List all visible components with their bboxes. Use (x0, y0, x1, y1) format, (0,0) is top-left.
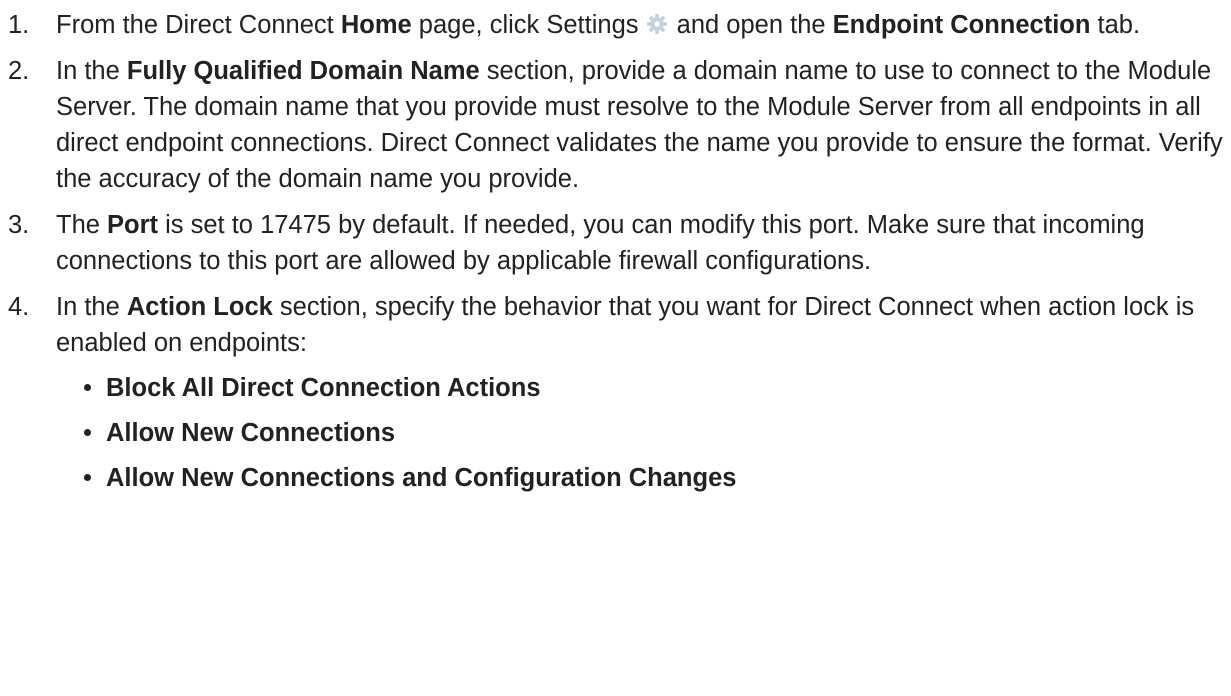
action-lock-options: Block All Direct Connection Actions Allo… (56, 370, 1231, 496)
step-text: In the Fully Qualified Domain Name secti… (56, 57, 1223, 193)
bullet (84, 474, 91, 481)
text-run: and open the (669, 11, 833, 39)
fqdn-label: Fully Qualified Domain Name (126, 57, 480, 85)
step-number: 2. (8, 57, 30, 85)
option-block-all: Block All Direct Connection Actions (82, 370, 1231, 406)
step-1: 1. From the Direct Connect Home page, cl… (0, 7, 1231, 43)
bullet (84, 429, 91, 436)
port-label: Port (107, 211, 159, 239)
text-run: In the (56, 57, 127, 85)
step-number: 4. (8, 293, 30, 321)
option-label: Block All Direct Connection Actions (106, 374, 541, 402)
option-allow-new-connections-and-config: Allow New Connections and Configuration … (82, 460, 1231, 496)
option-allow-new-connections: Allow New Connections (82, 415, 1231, 451)
text-run: The (56, 211, 108, 239)
step-text: In the Action Lock section, specify the … (56, 293, 1194, 357)
step-number: 1. (8, 11, 30, 39)
text-run: page, click Settings (411, 11, 646, 39)
steps-list: 1. From the Direct Connect Home page, cl… (0, 7, 1231, 496)
text-run: In the (56, 293, 127, 321)
option-label: Allow New Connections (106, 419, 396, 447)
bullet (84, 384, 91, 391)
endpoint-connection-label: Endpoint Connection (832, 11, 1091, 39)
step-4: 4. In the Action Lock section, specify t… (0, 289, 1231, 496)
home-label: Home (340, 11, 412, 39)
text-run: tab. (1090, 11, 1141, 39)
step-text: The Port is set to 17475 by default. If … (56, 211, 1145, 275)
step-text: From the Direct Connect Home page, click… (56, 11, 1140, 39)
text-run: From the Direct Connect (56, 11, 341, 39)
step-2: 2. In the Fully Qualified Domain Name se… (0, 53, 1231, 197)
text-run: is set to 17475 by default. If needed, y… (56, 211, 1145, 275)
action-lock-label: Action Lock (126, 293, 273, 321)
step-3: 3. The Port is set to 17475 by default. … (0, 207, 1231, 279)
step-number: 3. (8, 211, 30, 239)
option-label: Allow New Connections and Configuration … (106, 464, 737, 492)
instructions-document: 1. From the Direct Connect Home page, cl… (0, 0, 1231, 496)
gear-icon (646, 9, 668, 35)
